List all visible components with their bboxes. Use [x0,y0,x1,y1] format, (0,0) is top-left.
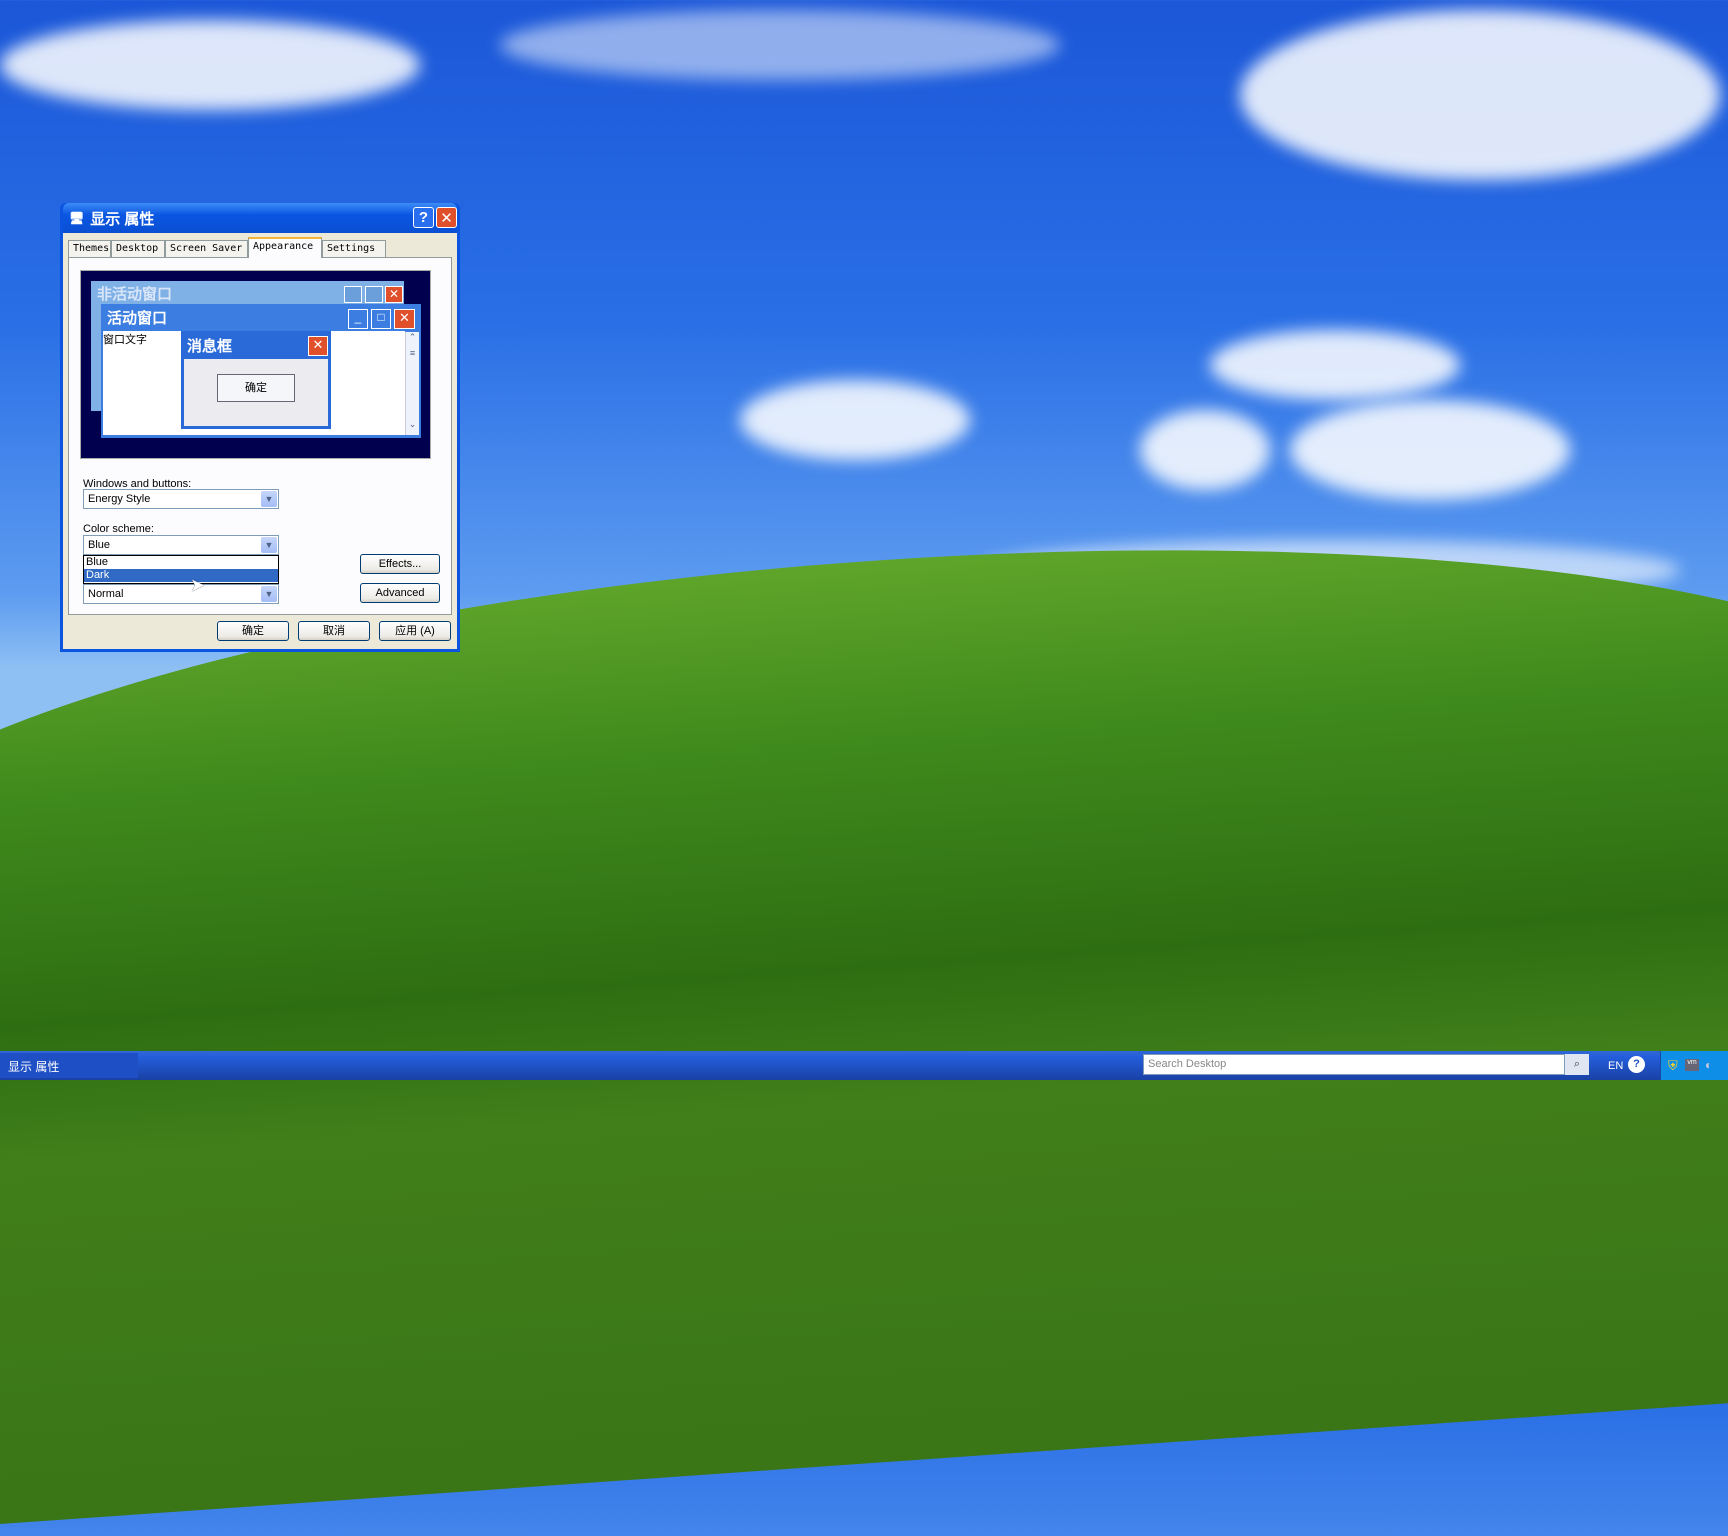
tab-appearance[interactable]: Appearance [248,237,322,258]
advanced-button[interactable]: Advanced [360,583,440,603]
tab-desktop[interactable]: Desktop [111,240,165,257]
speaker-icon[interactable]: ◐ [1705,1058,1712,1072]
chevron-down-icon: ▼ [261,491,277,507]
tab-themes[interactable]: Themes [68,240,111,257]
active-window-title: 活动窗口 [107,310,168,327]
display-properties-dialog: 🖥 显示 属性 ? ✕ Themes Desktop Screen Saver … [60,203,460,652]
shield-icon[interactable]: ⛨ [1668,1058,1678,1074]
preview-ok-button: 确定 [217,374,295,402]
search-input[interactable]: Search Desktop [1143,1054,1565,1075]
message-box-preview: 消息框 ✕ 确定 [181,331,331,429]
message-box-title: 消息框 [187,338,233,355]
color-scheme-select[interactable]: Blue ▼ [83,535,279,555]
mouse-cursor-icon: ➤ [190,575,206,595]
monitor-icon: 🖥 [69,211,85,225]
vmware-icon[interactable]: vm [1685,1059,1699,1071]
title-bar[interactable]: 🖥 显示 属性 ? ✕ [63,203,457,233]
close-button[interactable]: ✕ [436,207,457,228]
language-indicator[interactable]: EN [1608,1060,1623,1072]
minimize-icon: _ [348,309,368,329]
chevron-down-icon: ▼ [261,537,277,553]
close-icon: ✕ [308,336,328,356]
scrollbar-preview: ⌃ ≡ ⌄ [405,332,419,435]
system-tray: ⛨ vm ◐ [1660,1051,1728,1080]
appearance-preview: 非活动窗口 ✕ 活动窗口 _ □ ✕ 窗口文字 ⌃ ≡ ⌄ 消息框 ✕ 确定 [80,270,431,459]
tab-screen-saver[interactable]: Screen Saver [165,240,248,257]
dialog-title: 显示 属性 [90,210,155,228]
help-button[interactable]: ? [413,207,434,228]
effects-button[interactable]: Effects... [360,554,440,574]
close-icon: ✕ [394,309,415,329]
maximize-icon: □ [371,309,391,329]
search-icon[interactable]: ⌕ [1565,1054,1589,1075]
color-scheme-dropdown-list: Blue Dark [83,555,279,584]
font-size-select[interactable]: Normal ▼ [83,584,279,604]
option-dark[interactable]: Dark [84,569,278,582]
tab-settings[interactable]: Settings [322,240,386,257]
windows-buttons-select[interactable]: Energy Style ▼ [83,489,279,509]
help-icon[interactable]: ? [1628,1056,1645,1073]
appearance-panel: 非活动窗口 ✕ 活动窗口 _ □ ✕ 窗口文字 ⌃ ≡ ⌄ 消息框 ✕ 确定 W… [68,257,452,615]
window-text: 窗口文字 [103,334,147,346]
color-scheme-label: Color scheme: [83,523,154,535]
cancel-button[interactable]: 取消 [298,621,370,641]
inactive-window-title: 非活动窗口 [97,286,173,303]
taskbar-button-display-properties[interactable]: 显示 属性 [0,1053,138,1078]
taskbar: 显示 属性 Search Desktop ⌕ EN ? ⛨ vm ◐ [0,1051,1728,1080]
chevron-down-icon: ▼ [261,586,277,602]
apply-button[interactable]: 应用 (A) [379,621,451,641]
option-blue[interactable]: Blue [84,556,278,569]
ok-button[interactable]: 确定 [217,621,289,641]
